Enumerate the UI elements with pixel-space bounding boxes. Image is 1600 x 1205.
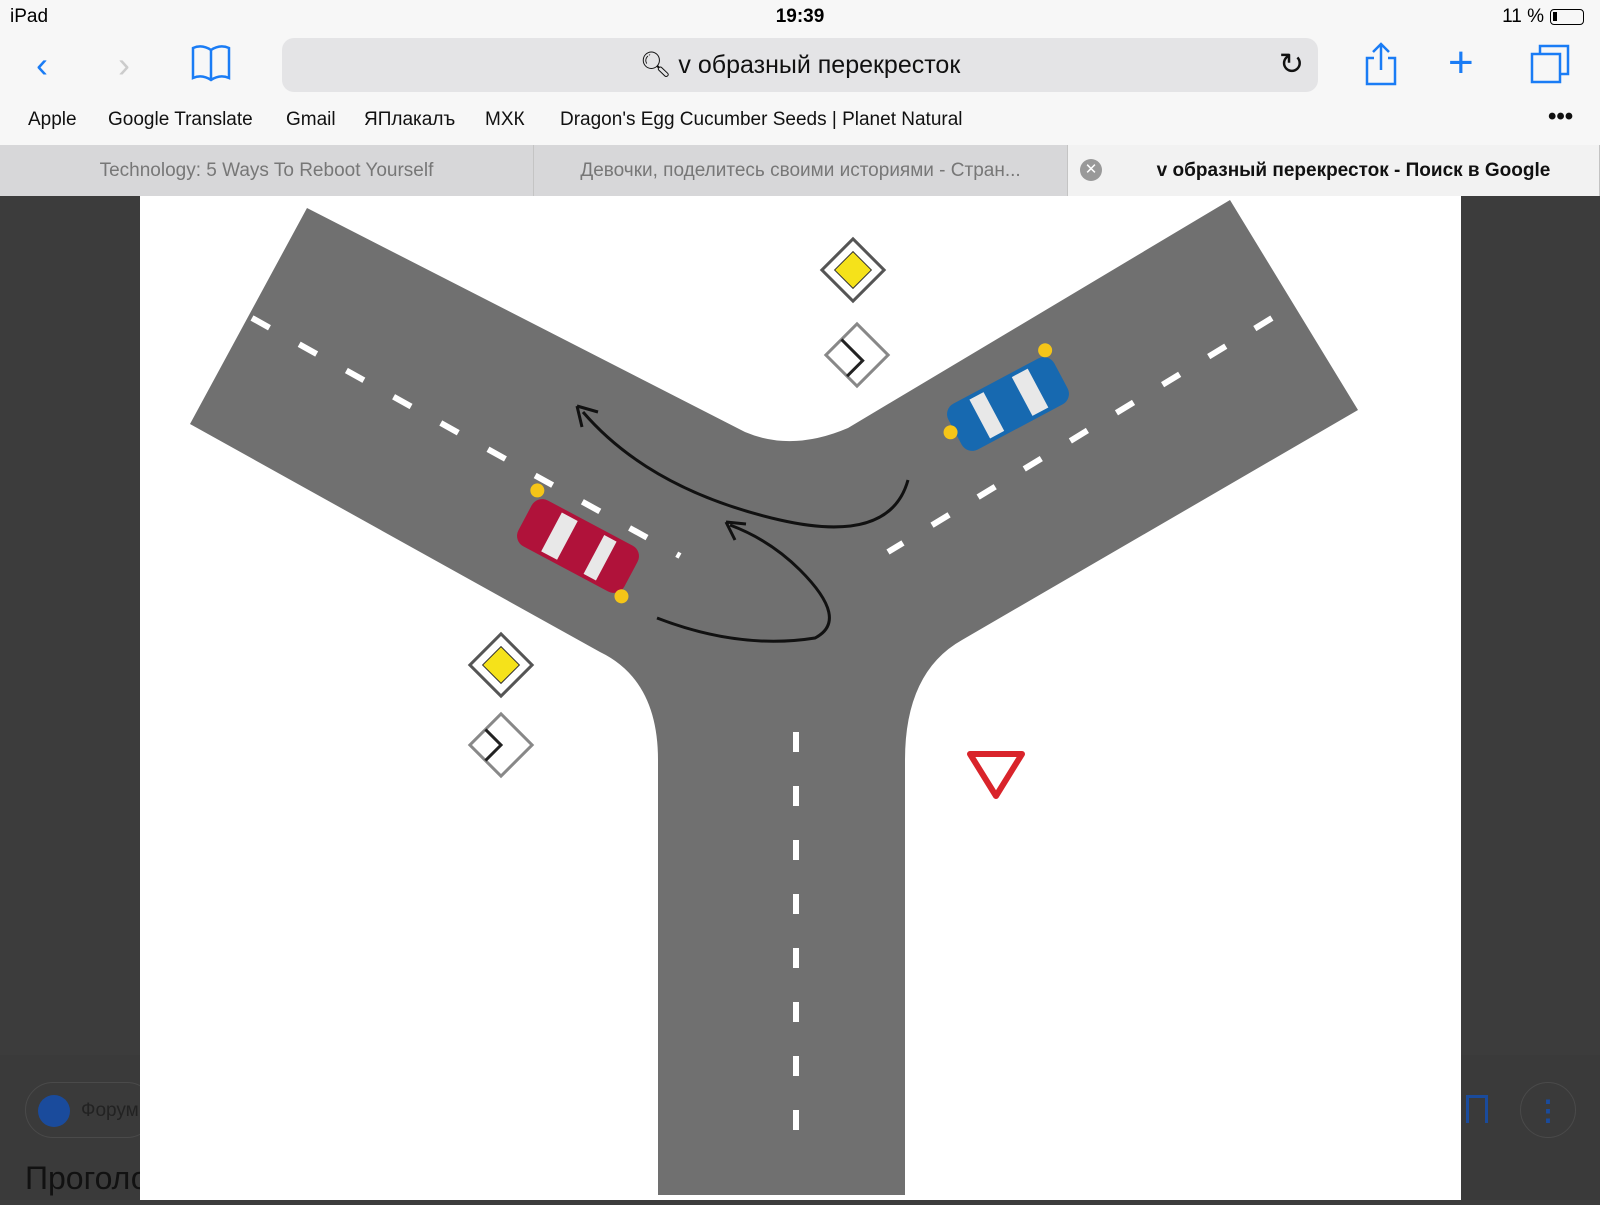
tabs-icon[interactable]	[1530, 44, 1570, 93]
new-tab-icon[interactable]: +	[1448, 38, 1474, 88]
yield-sign	[967, 751, 1025, 799]
bookmark-apple[interactable]: Apple	[28, 109, 77, 131]
bookmarks-icon[interactable]	[190, 42, 232, 93]
priority-road-sign	[467, 631, 535, 699]
clock: 19:39	[775, 6, 825, 27]
back-icon[interactable]: ‹	[36, 44, 48, 86]
bookmark-dragons-egg[interactable]: Dragon's Egg Cucumber Seeds | Planet Nat…	[560, 109, 963, 131]
tab-label: Technology: 5 Ways To Reboot Yourself	[99, 160, 434, 181]
direction-plate-sign	[823, 321, 891, 389]
battery-icon	[1550, 9, 1584, 25]
bookmark-mhk[interactable]: МХК	[485, 109, 525, 131]
bookmarks-bar: Apple Google Translate Gmail ЯПлакалъ МХ…	[0, 99, 1600, 145]
bookmark-gmail[interactable]: Gmail	[286, 109, 336, 131]
share-icon[interactable]	[1364, 42, 1398, 95]
forward-icon[interactable]: ›	[118, 44, 130, 86]
tab-bar: Technology: 5 Ways To Reboot Yourself Де…	[0, 145, 1600, 196]
reload-icon[interactable]: ↻	[1279, 38, 1304, 92]
bookmark-yaplakal[interactable]: ЯПлакалъ	[364, 109, 455, 131]
status-bar: iPad 19:39 11 %	[0, 0, 1600, 34]
browser-toolbar: ‹ › 🔍︎ v образный перекресток ↻ +	[0, 34, 1600, 99]
bookmark-icon[interactable]	[1466, 1095, 1488, 1123]
source-label: Форум	[81, 1100, 139, 1121]
intersection-diagram-image[interactable]	[140, 196, 1461, 1200]
tab-technology[interactable]: Technology: 5 Ways To Reboot Yourself	[0, 145, 534, 196]
tab-google-search[interactable]: ✕ v образный перекресток - Поиск в Googl…	[1068, 145, 1600, 196]
close-tab-icon[interactable]: ✕	[1080, 159, 1102, 181]
tab-label: v образный перекресток - Поиск в Google	[1156, 160, 1551, 181]
url-text: v образный перекресток	[678, 51, 961, 79]
more-vert-icon[interactable]: ⋮	[1520, 1082, 1576, 1138]
priority-road-sign	[819, 236, 887, 304]
result-heading: Проголо	[25, 1160, 149, 1196]
direction-plate-sign	[467, 711, 535, 779]
globe-icon	[38, 1095, 70, 1127]
search-icon: 🔍︎	[639, 51, 679, 79]
tab-devochki[interactable]: Девочки, поделитесь своими историями - С…	[534, 145, 1068, 196]
road	[190, 200, 1358, 1195]
tab-label: Девочки, поделитесь своими историями - С…	[580, 160, 1021, 181]
bookmark-google-translate[interactable]: Google Translate	[108, 109, 253, 131]
more-icon[interactable]: •••	[1548, 103, 1573, 131]
source-chip[interactable]: Форум	[25, 1082, 155, 1138]
battery-percent: 11 %	[1502, 6, 1544, 27]
address-bar[interactable]: 🔍︎ v образный перекресток ↻	[282, 38, 1318, 92]
